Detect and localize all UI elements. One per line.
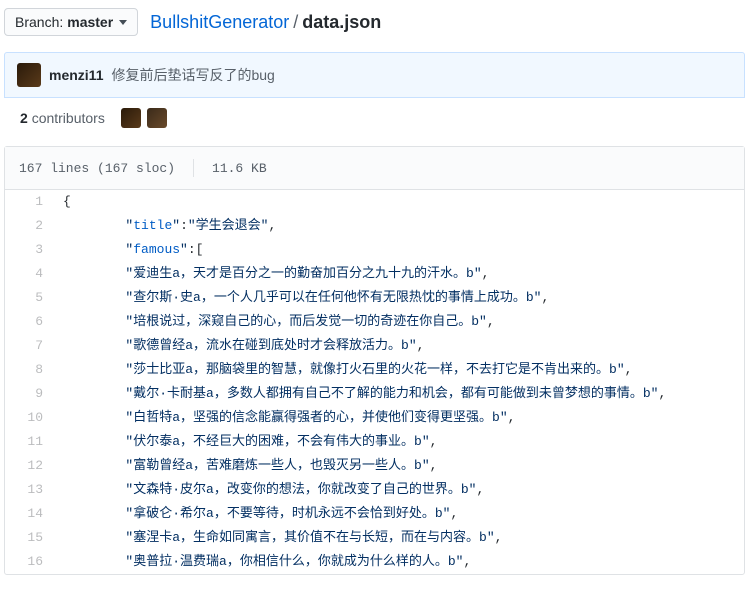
branch-select-button[interactable]: Branch: master [4, 8, 138, 36]
code-line: 6 "培根说过，深窥自己的心，而后发觉一切的奇迹在你自己。b", [5, 310, 744, 334]
line-number[interactable]: 13 [5, 478, 53, 502]
line-number[interactable]: 10 [5, 406, 53, 430]
line-number[interactable]: 3 [5, 238, 53, 262]
code-content: "白哲特a，坚强的信念能赢得强者的心，并使他们变得更坚强。b", [53, 406, 744, 430]
breadcrumb-separator: / [293, 12, 298, 32]
code-line: 7 "歌德曾经a，流水在碰到底处时才会释放活力。b", [5, 334, 744, 358]
contributors-link[interactable]: 2 contributors [20, 110, 105, 126]
code-line: 9 "戴尔·卡耐基a，多数人都拥有自己不了解的能力和机会，都有可能做到未曾梦想的… [5, 382, 744, 406]
code-content: "伏尔泰a，不经巨大的困难，不会有伟大的事业。b", [53, 430, 744, 454]
branch-label: Branch: [15, 14, 63, 30]
line-number[interactable]: 15 [5, 526, 53, 550]
code-line: 11 "伏尔泰a，不经巨大的困难，不会有伟大的事业。b", [5, 430, 744, 454]
code-content: "塞涅卡a，生命如同寓言，其价值不在与长短，而在与内容。b", [53, 526, 744, 550]
code-content: "拿破仑·希尔a，不要等待，时机永远不会恰到好处。b", [53, 502, 744, 526]
code-line: 3 "famous":[ [5, 238, 744, 262]
contributors-label: contributors [32, 110, 105, 126]
line-number[interactable]: 6 [5, 310, 53, 334]
line-number[interactable]: 14 [5, 502, 53, 526]
contributor-avatar-2[interactable] [147, 108, 167, 128]
code-line: 10 "白哲特a，坚强的信念能赢得强者的心，并使他们变得更坚强。b", [5, 406, 744, 430]
contributors-row: 2 contributors [4, 98, 745, 142]
breadcrumb-filename: data.json [302, 12, 381, 32]
code-line: 16 "奥普拉·温费瑞a，你相信什么，你就成为什么样的人。b", [5, 550, 744, 574]
code-content: "奥普拉·温费瑞a，你相信什么，你就成为什么样的人。b", [53, 550, 744, 574]
code-line: 14 "拿破仑·希尔a，不要等待，时机永远不会恰到好处。b", [5, 502, 744, 526]
line-number[interactable]: 8 [5, 358, 53, 382]
code-content: "莎士比亚a，那脑袋里的智慧，就像打火石里的火花一样，不去打它是不肯出来的。b"… [53, 358, 744, 382]
code-line: 8 "莎士比亚a，那脑袋里的智慧，就像打火石里的火花一样，不去打它是不肯出来的。… [5, 358, 744, 382]
breadcrumb: BullshitGenerator/data.json [150, 12, 381, 33]
file-box: 167 lines (167 sloc) 11.6 KB 1{2 "title"… [4, 146, 745, 575]
code-content: "爱迪生a，天才是百分之一的勤奋加百分之九十九的汗水。b", [53, 262, 744, 286]
breadcrumb-repo-link[interactable]: BullshitGenerator [150, 12, 289, 32]
code-content: "培根说过，深窥自己的心，而后发觉一切的奇迹在你自己。b", [53, 310, 744, 334]
code-content: "歌德曾经a，流水在碰到底处时才会释放活力。b", [53, 334, 744, 358]
contributor-avatar-1[interactable] [121, 108, 141, 128]
commit-author-link[interactable]: menzi11 [49, 67, 103, 83]
code-line: 15 "塞涅卡a，生命如同寓言，其价值不在与长短，而在与内容。b", [5, 526, 744, 550]
commit-message[interactable]: 修复前后垫话写反了的bug [111, 65, 274, 85]
line-number[interactable]: 9 [5, 382, 53, 406]
code-content: "文森特·皮尔a，改变你的想法，你就改变了自己的世界。b", [53, 478, 744, 502]
code-content: "查尔斯·史a，一个人几乎可以在任何他怀有无限热忱的事情上成功。b", [53, 286, 744, 310]
code-content: "富勒曾经a，苦难磨炼一些人，也毁灭另一些人。b", [53, 454, 744, 478]
code-line: 5 "查尔斯·史a，一个人几乎可以在任何他怀有无限热忱的事情上成功。b", [5, 286, 744, 310]
code-table: 1{2 "title":"学生会退会",3 "famous":[4 "爱迪生a，… [5, 190, 744, 574]
contributors-count: 2 [20, 110, 28, 126]
line-number[interactable]: 2 [5, 214, 53, 238]
latest-commit-bar: menzi11 修复前后垫话写反了的bug [4, 52, 745, 98]
code-content: { [53, 190, 744, 214]
code-content: "戴尔·卡耐基a，多数人都拥有自己不了解的能力和机会，都有可能做到未曾梦想的事情… [53, 382, 744, 406]
file-lines-info: 167 lines (167 sloc) [19, 161, 175, 176]
code-line: 12 "富勒曾经a，苦难磨炼一些人，也毁灭另一些人。b", [5, 454, 744, 478]
code-line: 13 "文森特·皮尔a，改变你的想法，你就改变了自己的世界。b", [5, 478, 744, 502]
file-header: 167 lines (167 sloc) 11.6 KB [5, 147, 744, 190]
line-number[interactable]: 4 [5, 262, 53, 286]
line-number[interactable]: 5 [5, 286, 53, 310]
code-content: "famous":[ [53, 238, 744, 262]
code-line: 4 "爱迪生a，天才是百分之一的勤奋加百分之九十九的汗水。b", [5, 262, 744, 286]
line-number[interactable]: 7 [5, 334, 53, 358]
file-size-info: 11.6 KB [212, 161, 267, 176]
line-number[interactable]: 16 [5, 550, 53, 574]
code-line: 1{ [5, 190, 744, 214]
line-number[interactable]: 11 [5, 430, 53, 454]
line-number[interactable]: 1 [5, 190, 53, 214]
code-content: "title":"学生会退会", [53, 214, 744, 238]
code-line: 2 "title":"学生会退会", [5, 214, 744, 238]
line-number[interactable]: 12 [5, 454, 53, 478]
branch-name: master [67, 14, 113, 30]
divider [193, 159, 194, 177]
author-avatar[interactable] [17, 63, 41, 87]
chevron-down-icon [119, 20, 127, 25]
